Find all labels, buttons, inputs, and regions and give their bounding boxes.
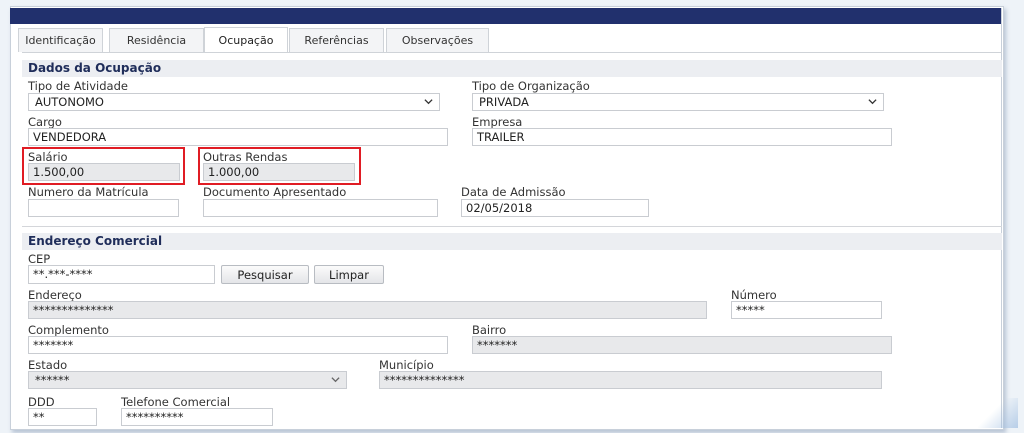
section-endereco-comercial: Endereço Comercial (22, 233, 1002, 250)
endereco-label: Endereço (28, 288, 82, 302)
endereco-field[interactable]: ************** (28, 301, 707, 319)
section-divider (22, 226, 1002, 227)
chevron-down-icon (868, 99, 877, 105)
tipo-organizacao-label: Tipo de Organização (472, 79, 590, 93)
cep-field[interactable]: **.***-**** (28, 265, 215, 284)
outras-rendas-highlight (198, 147, 361, 185)
telefone-label: Telefone Comercial (121, 395, 231, 409)
documento-field[interactable] (203, 199, 438, 217)
tab-identificacao[interactable]: Identificação (18, 28, 103, 52)
bairro-label: Bairro (472, 323, 507, 337)
matricula-label: Numero da Matrícula (28, 185, 149, 199)
estado-select[interactable]: ****** (28, 371, 347, 389)
tab-label: Ocupação (218, 34, 274, 47)
tab-label: Observações (401, 34, 474, 47)
tab-observacoes[interactable]: Observações (386, 28, 489, 52)
estado-label: Estado (28, 358, 68, 372)
telefone-field[interactable]: ********** (121, 408, 273, 426)
municipio-label: Município (379, 358, 434, 372)
tab-residencia[interactable]: Residência (109, 28, 204, 52)
salario-highlight (22, 147, 185, 185)
chevron-down-icon (331, 377, 340, 383)
tab-ocupacao[interactable]: Ocupação (204, 27, 288, 53)
admissao-field[interactable]: 02/05/2018 (461, 199, 649, 217)
tab-label: Identificação (25, 34, 96, 47)
tipo-organizacao-value: PRIVADA (479, 95, 529, 109)
numero-field[interactable]: ***** (731, 301, 882, 319)
pesquisar-button[interactable]: Pesquisar (221, 265, 309, 284)
page-curl-decoration (978, 398, 1018, 428)
estado-value: ****** (35, 373, 70, 387)
section-dados-ocupacao: Dados da Ocupação (22, 60, 1002, 77)
tipo-atividade-value: AUTONOMO (35, 95, 104, 109)
empresa-label: Empresa (472, 115, 523, 129)
tab-divider (22, 52, 1002, 53)
limpar-button[interactable]: Limpar (314, 265, 384, 284)
tipo-organizacao-select[interactable]: PRIVADA (472, 93, 884, 111)
cargo-field[interactable]: VENDEDORA (28, 128, 448, 146)
tab-referencias[interactable]: Referências (289, 28, 384, 52)
numero-label: Número (731, 288, 777, 302)
complemento-label: Complemento (28, 323, 109, 337)
matricula-field[interactable] (28, 199, 179, 217)
cep-label: CEP (28, 252, 51, 266)
cargo-label: Cargo (28, 115, 62, 129)
documento-label: Documento Apresentado (203, 185, 347, 199)
municipio-field[interactable]: ************** (379, 371, 882, 389)
ddd-label: DDD (28, 395, 55, 409)
chevron-down-icon (424, 99, 433, 105)
tab-label: Referências (304, 34, 369, 47)
header-bar (10, 8, 1002, 24)
tab-label: Residência (126, 34, 187, 47)
tipo-atividade-select[interactable]: AUTONOMO (28, 93, 440, 111)
empresa-field[interactable]: TRAILER (472, 128, 892, 146)
ddd-field[interactable]: ** (28, 408, 97, 426)
tipo-atividade-label: Tipo de Atividade (28, 79, 128, 93)
admissao-label: Data de Admissão (461, 185, 566, 199)
complemento-field[interactable]: ******* (28, 336, 448, 354)
bairro-field[interactable]: ******* (472, 336, 892, 354)
